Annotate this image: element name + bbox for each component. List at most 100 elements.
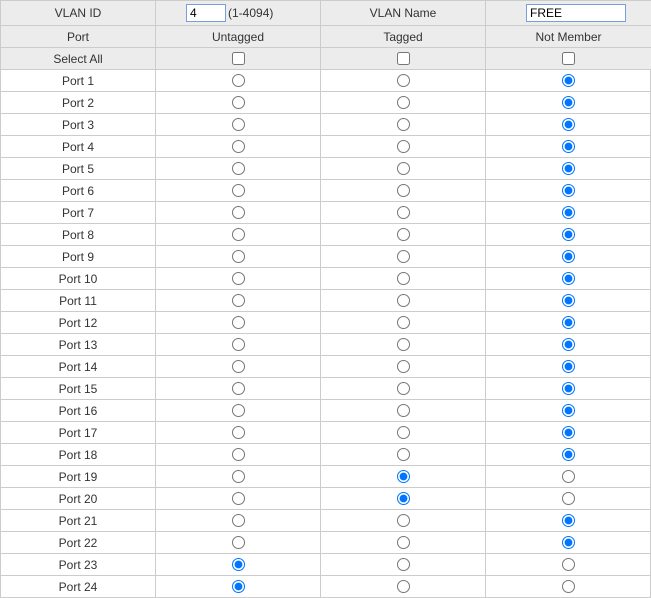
port-tagged-cell xyxy=(321,378,486,399)
port-tagged-radio[interactable] xyxy=(397,492,410,505)
vlan-id-input[interactable] xyxy=(186,4,226,22)
port-untagged-cell xyxy=(156,246,321,267)
port-tagged-radio[interactable] xyxy=(397,514,410,527)
port-untagged-radio[interactable] xyxy=(232,338,245,351)
port-untagged-cell xyxy=(156,224,321,245)
port-tagged-cell xyxy=(321,180,486,201)
port-notMember-radio[interactable] xyxy=(562,162,575,175)
port-untagged-radio[interactable] xyxy=(232,580,245,593)
port-untagged-cell xyxy=(156,136,321,157)
port-notMember-radio[interactable] xyxy=(562,382,575,395)
port-notMember-radio[interactable] xyxy=(562,338,575,351)
port-notMember-radio[interactable] xyxy=(562,580,575,593)
port-notMember-radio[interactable] xyxy=(562,74,575,87)
port-tagged-cell xyxy=(321,70,486,91)
port-tagged-radio[interactable] xyxy=(397,470,410,483)
port-row: Port 6 xyxy=(1,180,650,202)
port-notMember-cell xyxy=(486,268,651,289)
port-untagged-radio[interactable] xyxy=(232,74,245,87)
port-untagged-radio[interactable] xyxy=(232,382,245,395)
port-untagged-radio[interactable] xyxy=(232,426,245,439)
port-tagged-radio[interactable] xyxy=(397,316,410,329)
port-tagged-radio[interactable] xyxy=(397,448,410,461)
port-tagged-radio[interactable] xyxy=(397,404,410,417)
port-tagged-radio[interactable] xyxy=(397,184,410,197)
port-tagged-radio[interactable] xyxy=(397,338,410,351)
port-notMember-radio[interactable] xyxy=(562,294,575,307)
port-tagged-radio[interactable] xyxy=(397,140,410,153)
port-notMember-cell xyxy=(486,378,651,399)
port-tagged-radio[interactable] xyxy=(397,206,410,219)
port-untagged-radio[interactable] xyxy=(232,140,245,153)
port-untagged-radio[interactable] xyxy=(232,294,245,307)
port-tagged-radio[interactable] xyxy=(397,162,410,175)
select-all-tagged-checkbox[interactable] xyxy=(397,52,410,65)
port-notMember-radio[interactable] xyxy=(562,272,575,285)
port-untagged-radio[interactable] xyxy=(232,184,245,197)
port-name: Port 17 xyxy=(1,422,156,443)
select-all-notmember-checkbox[interactable] xyxy=(562,52,575,65)
port-untagged-radio[interactable] xyxy=(232,316,245,329)
port-untagged-radio[interactable] xyxy=(232,228,245,241)
port-notMember-radio[interactable] xyxy=(562,492,575,505)
port-tagged-radio[interactable] xyxy=(397,294,410,307)
port-notMember-radio[interactable] xyxy=(562,448,575,461)
port-tagged-radio[interactable] xyxy=(397,360,410,373)
port-notMember-radio[interactable] xyxy=(562,404,575,417)
column-headers: Port Untagged Tagged Not Member xyxy=(1,26,650,48)
port-name: Port 21 xyxy=(1,510,156,531)
port-name: Port 18 xyxy=(1,444,156,465)
port-tagged-radio[interactable] xyxy=(397,96,410,109)
port-notMember-radio[interactable] xyxy=(562,96,575,109)
port-untagged-radio[interactable] xyxy=(232,558,245,571)
port-tagged-radio[interactable] xyxy=(397,118,410,131)
port-untagged-radio[interactable] xyxy=(232,514,245,527)
port-untagged-radio[interactable] xyxy=(232,162,245,175)
port-untagged-radio[interactable] xyxy=(232,360,245,373)
port-tagged-radio[interactable] xyxy=(397,536,410,549)
port-notMember-radio[interactable] xyxy=(562,184,575,197)
port-notMember-radio[interactable] xyxy=(562,514,575,527)
port-notMember-radio[interactable] xyxy=(562,360,575,373)
port-tagged-radio[interactable] xyxy=(397,382,410,395)
port-untagged-radio[interactable] xyxy=(232,118,245,131)
port-untagged-radio[interactable] xyxy=(232,492,245,505)
port-tagged-radio[interactable] xyxy=(397,580,410,593)
port-tagged-cell xyxy=(321,246,486,267)
port-untagged-cell xyxy=(156,268,321,289)
port-notMember-radio[interactable] xyxy=(562,118,575,131)
port-notMember-radio[interactable] xyxy=(562,470,575,483)
port-tagged-radio[interactable] xyxy=(397,426,410,439)
port-notMember-radio[interactable] xyxy=(562,206,575,219)
port-tagged-radio[interactable] xyxy=(397,228,410,241)
port-notMember-radio[interactable] xyxy=(562,250,575,263)
port-notMember-radio[interactable] xyxy=(562,228,575,241)
port-tagged-cell xyxy=(321,334,486,355)
port-untagged-radio[interactable] xyxy=(232,272,245,285)
port-tagged-radio[interactable] xyxy=(397,74,410,87)
port-name: Port 8 xyxy=(1,224,156,245)
vlan-name-input[interactable] xyxy=(526,4,626,22)
port-notMember-radio[interactable] xyxy=(562,426,575,439)
select-all-tagged-cell xyxy=(321,48,486,69)
port-notMember-radio[interactable] xyxy=(562,558,575,571)
port-name: Port 11 xyxy=(1,290,156,311)
port-tagged-radio[interactable] xyxy=(397,558,410,571)
port-name: Port 14 xyxy=(1,356,156,377)
port-notMember-radio[interactable] xyxy=(562,316,575,329)
port-row: Port 18 xyxy=(1,444,650,466)
port-untagged-radio[interactable] xyxy=(232,404,245,417)
col-tagged: Tagged xyxy=(321,26,486,47)
port-untagged-radio[interactable] xyxy=(232,206,245,219)
port-tagged-radio[interactable] xyxy=(397,272,410,285)
port-untagged-radio[interactable] xyxy=(232,448,245,461)
port-notMember-radio[interactable] xyxy=(562,536,575,549)
select-all-untagged-checkbox[interactable] xyxy=(232,52,245,65)
port-untagged-radio[interactable] xyxy=(232,536,245,549)
port-untagged-radio[interactable] xyxy=(232,470,245,483)
port-notMember-radio[interactable] xyxy=(562,140,575,153)
port-tagged-cell xyxy=(321,92,486,113)
port-untagged-radio[interactable] xyxy=(232,250,245,263)
port-tagged-radio[interactable] xyxy=(397,250,410,263)
port-untagged-radio[interactable] xyxy=(232,96,245,109)
